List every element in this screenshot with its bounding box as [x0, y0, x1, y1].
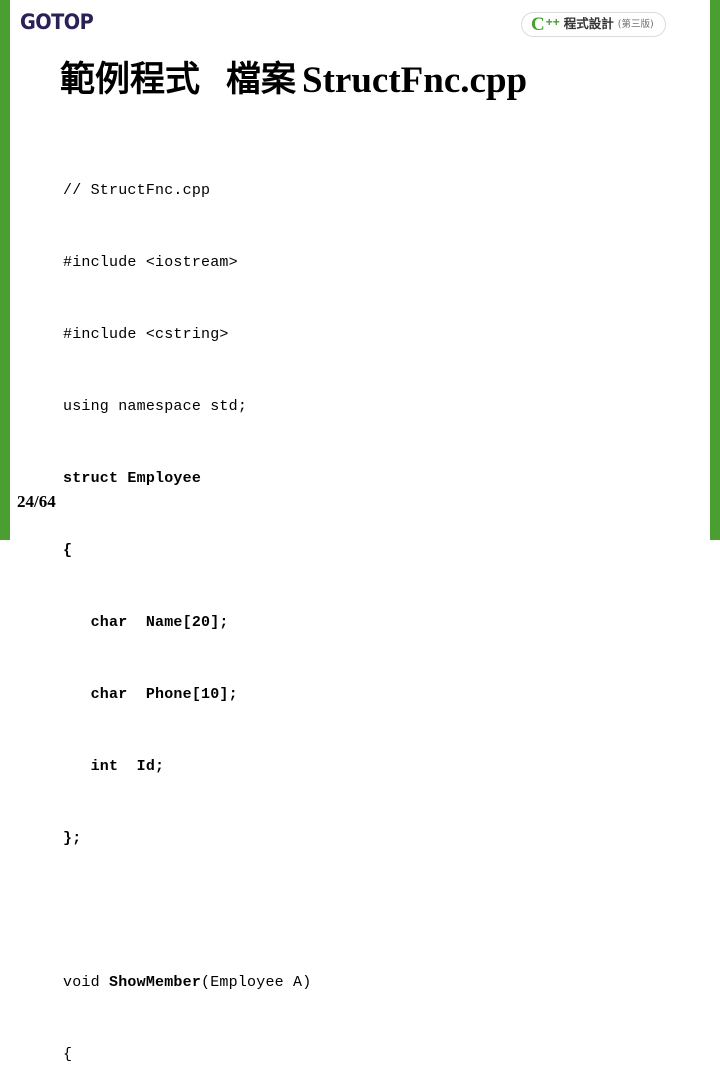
code-line: { [63, 1046, 73, 1063]
code-line: // StructFnc.cpp [63, 182, 211, 199]
badge-series-title: 程式設計 [563, 16, 614, 32]
badge-plus-plus: ++ [545, 14, 560, 29]
code-line: #include <cstring> [63, 326, 229, 343]
code-line: void ShowMember(Employee A) [63, 971, 703, 995]
page-title-heading: 範例程式 [60, 59, 201, 100]
slide-canvas: GOTOP C ++ 程式設計 (第三版) 範例程式 檔案 StructFnc.… [0, 0, 720, 1063]
code-line: using namespace std; [63, 398, 248, 415]
code-line: #include <iostream> [63, 254, 238, 271]
badge-edition-label: (第三版) [617, 18, 654, 30]
code-params: (Employee A) [201, 974, 312, 991]
book-series-badge: C ++ 程式設計 (第三版) [521, 12, 666, 37]
code-function-name: ShowMember [109, 974, 202, 991]
page-title: 範例程式 檔案 StructFnc.cpp [60, 52, 690, 108]
code-keyword: void [63, 974, 110, 991]
code-line: char Phone[10]; [63, 686, 238, 703]
left-green-accent-bar [0, 0, 10, 540]
page-number-indicator: 24/64 [17, 492, 56, 511]
code-line: struct Employee [63, 470, 202, 487]
badge-c-letter: C [531, 14, 545, 35]
page-title-file-label: 檔案 [226, 59, 297, 100]
slide-header: GOTOP C ++ 程式設計 (第三版) [0, 0, 720, 48]
code-line: int Id; [63, 758, 165, 775]
right-green-accent-bar [710, 0, 720, 540]
code-line: }; [63, 830, 82, 847]
code-line: { [63, 542, 73, 559]
gotop-publisher-logo: GOTOP [20, 10, 94, 34]
code-line: char Name[20]; [63, 614, 229, 631]
code-listing: // StructFnc.cpp #include <iostream> #in… [63, 131, 703, 1080]
page-title-filename: StructFnc.cpp [302, 59, 528, 101]
